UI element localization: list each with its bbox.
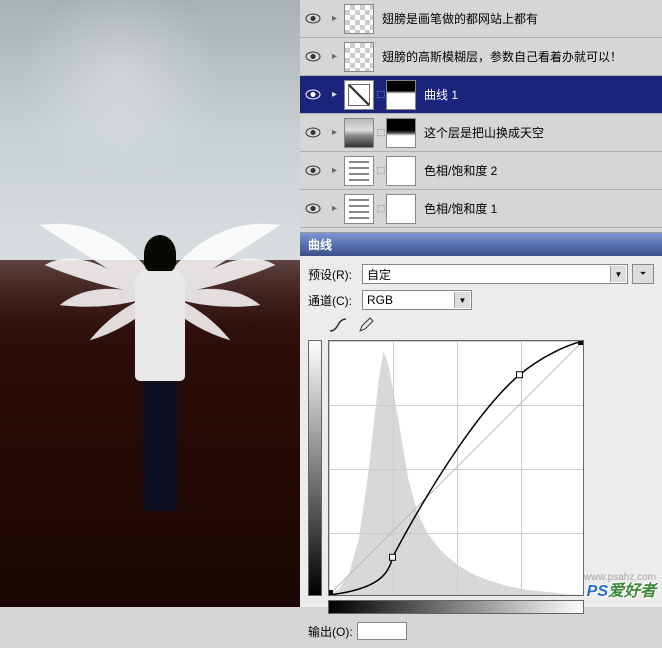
dropdown-icon: ▼	[454, 292, 470, 308]
layer-row[interactable]: ▸ ⬚ 色相/饱和度 1	[300, 190, 662, 228]
channel-value: RGB	[367, 293, 393, 307]
expand-icon[interactable]: ▸	[332, 51, 344, 62]
watermark-prefix: PS	[587, 583, 608, 600]
layer-row[interactable]: ▸ 翅膀是画笔做的都网站上都有	[300, 0, 662, 38]
sky	[0, 0, 300, 260]
expand-icon[interactable]: ▸	[332, 203, 344, 214]
visibility-icon[interactable]	[304, 162, 322, 180]
channel-select[interactable]: RGB ▼	[362, 290, 472, 310]
watermark: PS爱好者	[587, 577, 656, 601]
preset-value: 自定	[367, 266, 391, 283]
preset-label: 预设(R):	[308, 266, 362, 283]
mask-thumbnail	[386, 194, 416, 224]
layer-name: 色相/饱和度 2	[424, 162, 497, 179]
layer-thumbnail	[344, 42, 374, 72]
curves-graph[interactable]	[328, 340, 584, 596]
preset-menu-button[interactable]: ⏷	[632, 264, 654, 284]
adjustment-thumbnail	[344, 156, 374, 186]
mask-thumbnail	[386, 156, 416, 186]
layer-name: 曲线 1	[424, 86, 458, 103]
visibility-icon[interactable]	[304, 86, 322, 104]
curves-panel: 曲线 预设(R): 自定 ▼ ⏷ 通道(C): RGB ▼	[300, 232, 662, 607]
layers-panel: ▸ 翅膀是画笔做的都网站上都有 ▸ 翅膀的高斯模糊层，参数自己看着办就可以！ ▸…	[300, 0, 662, 232]
input-gradient	[328, 600, 584, 614]
mask-thumbnail	[386, 80, 416, 110]
layer-row[interactable]: ▸ ⬚ 色相/饱和度 2	[300, 152, 662, 190]
visibility-icon[interactable]	[304, 200, 322, 218]
output-gradient	[308, 340, 322, 596]
link-icon: ⬚	[376, 203, 386, 214]
channel-row: 通道(C): RGB ▼	[308, 290, 654, 310]
preset-select[interactable]: 自定 ▼	[362, 264, 628, 284]
expand-icon[interactable]: ▸	[332, 89, 344, 100]
layer-row[interactable]: ▸ ⬚ 这个层是把山换成天空	[300, 114, 662, 152]
output-label: 输出(O):	[308, 623, 353, 640]
adjustment-thumbnail	[344, 194, 374, 224]
dropdown-icon: ▼	[610, 266, 626, 282]
curve-line	[329, 341, 583, 595]
layer-name: 色相/饱和度 1	[424, 200, 497, 217]
layer-name: 翅膀的高斯模糊层，参数自己看着办就可以！	[382, 48, 622, 65]
layer-thumbnail	[344, 118, 374, 148]
visibility-icon[interactable]	[304, 48, 322, 66]
person-figure	[135, 235, 185, 515]
link-icon: ⬚	[376, 89, 386, 100]
layer-thumbnail	[344, 4, 374, 34]
layer-name: 翅膀是画笔做的都网站上都有	[382, 10, 538, 27]
link-icon: ⬚	[376, 127, 386, 138]
expand-icon[interactable]: ▸	[332, 165, 344, 176]
link-icon: ⬚	[376, 165, 386, 176]
layer-name: 这个层是把山换成天空	[424, 124, 544, 141]
adjustment-thumbnail	[344, 80, 374, 110]
channel-label: 通道(C):	[308, 292, 362, 309]
layer-row-selected[interactable]: ▸ ⬚ 曲线 1	[300, 76, 662, 114]
output-input[interactable]	[357, 622, 407, 640]
visibility-icon[interactable]	[304, 124, 322, 142]
pencil-tool-icon[interactable]	[356, 316, 376, 334]
panel-title: 曲线	[300, 233, 662, 256]
expand-icon[interactable]: ▸	[332, 13, 344, 24]
layer-row[interactable]: ▸ 翅膀的高斯模糊层，参数自己看着办就可以！	[300, 38, 662, 76]
curve-tool-icon[interactable]	[328, 316, 348, 334]
canvas-image	[0, 0, 300, 607]
visibility-icon[interactable]	[304, 10, 322, 28]
mask-thumbnail	[386, 118, 416, 148]
preset-row: 预设(R): 自定 ▼ ⏷	[308, 264, 654, 284]
watermark-suffix: 爱好者	[608, 583, 656, 600]
expand-icon[interactable]: ▸	[332, 127, 344, 138]
